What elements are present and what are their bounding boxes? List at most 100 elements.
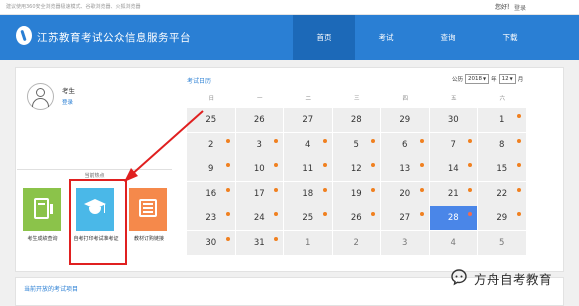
score-query-label[interactable]: 考生成绩查询 (20, 236, 65, 243)
calendar-day[interactable]: 11 (284, 157, 333, 182)
highlight-box (69, 179, 127, 265)
calendar-day[interactable]: 10 (235, 157, 284, 182)
event-dot-icon (322, 212, 327, 216)
event-dot-icon (225, 187, 230, 192)
calendar-day-number: 14 (447, 164, 459, 174)
calendar-day[interactable]: 3 (235, 132, 284, 158)
calendar-day[interactable]: 5 (332, 132, 381, 158)
calendar-day[interactable]: 19 (332, 181, 381, 207)
nav-exam[interactable]: 考试 (355, 15, 417, 60)
event-dot-icon (371, 163, 375, 167)
calendar-day[interactable]: 26 (332, 206, 381, 231)
calendar-week-row: 16 17 18 19 20 21 22 (187, 181, 527, 207)
calendar-day[interactable]: 24 (235, 206, 284, 231)
calendar-day[interactable]: 31 (235, 230, 284, 256)
nav-home[interactable]: 首页 (293, 15, 355, 60)
calendar-day[interactable]: 7 (429, 132, 478, 158)
greeting-text: 您好！ (495, 4, 514, 11)
textbook-order-label[interactable]: 教材订购链接 (126, 236, 172, 243)
calendar-day[interactable]: 27 (381, 206, 430, 231)
calendar-day[interactable]: 4 (429, 230, 478, 256)
calendar-day[interactable]: 6 (381, 132, 430, 158)
month-select[interactable]: 12▼ (498, 74, 516, 84)
calendar-day-number: 26 (350, 213, 362, 223)
calendar-day[interactable]: 15 (478, 157, 527, 182)
calendar-day-number: 13 (399, 164, 411, 174)
calendar-day[interactable]: 9 (187, 157, 236, 182)
topbar-login-link[interactable]: 登录 (514, 3, 526, 12)
event-dot-icon (371, 138, 375, 143)
calendar-day[interactable]: 4 (284, 132, 333, 158)
calendar-day[interactable]: 2 (332, 230, 381, 256)
calendar-day[interactable]: 30 (429, 108, 478, 133)
calendar-day[interactable]: 21 (429, 181, 478, 207)
calendar-day-number: 1 (305, 237, 311, 248)
calendar-day-number: 5 (353, 139, 359, 150)
calendar-day[interactable]: 29 (381, 108, 430, 133)
calendar-day-number: 21 (447, 188, 459, 199)
calendar-day-number: 9 (208, 164, 214, 174)
chevron-down-icon: ▼ (483, 76, 487, 81)
calendar-day-number: 22 (496, 188, 508, 199)
event-dot-icon (468, 163, 472, 167)
calendar-day-number: 3 (402, 237, 408, 248)
calendar-day-number: 27 (399, 213, 411, 223)
event-dot-icon (468, 187, 472, 192)
event-dot-icon (468, 212, 472, 216)
login-link[interactable]: 登录 (62, 98, 73, 106)
weekday-tue: 二 (305, 96, 311, 102)
calendar-day[interactable]: 29 (478, 206, 527, 231)
calendar-day-number: 25 (302, 213, 314, 223)
calendar-day[interactable]: 20 (381, 181, 430, 207)
calendar-day[interactable]: 2 (187, 132, 236, 158)
calendar-grid: 日 一 二 三 四 五 六 25 26 27 28 29 30 1 2 3 4 5 6 7 8 9 10 11 1… (187, 90, 527, 256)
calendar-day-number: 4 (305, 139, 311, 150)
calendar-week-row: 2 3 4 5 6 7 8 (187, 132, 527, 158)
event-dot-icon (225, 163, 230, 167)
calendar-title: 考试日历 (187, 78, 212, 85)
calendar-day[interactable]: 23 (187, 206, 236, 231)
calendar-day[interactable]: 5 (478, 230, 527, 256)
open-exams-title: 当前开放的考试项目 (24, 286, 79, 293)
calendar-day[interactable]: 14 (429, 157, 478, 182)
event-dot-icon (419, 212, 424, 216)
calendar-day[interactable]: 17 (235, 181, 284, 207)
nav-query[interactable]: 查询 (417, 15, 479, 60)
calendar-day[interactable]: 25 (187, 108, 236, 133)
calendar-day[interactable]: 13 (381, 157, 430, 182)
calendar-day-selected[interactable]: 28 (429, 206, 478, 231)
nav-download[interactable]: 下载 (479, 15, 541, 60)
weekday-fri: 五 (450, 96, 457, 102)
calendar-day[interactable]: 28 (332, 108, 381, 133)
calendar-day[interactable]: 27 (284, 108, 333, 133)
calendar-day[interactable]: 1 (478, 108, 527, 133)
event-dot-icon (225, 138, 230, 143)
calendar-day[interactable]: 25 (284, 206, 333, 231)
weekday-wed: 三 (353, 96, 360, 102)
event-dot-icon (225, 212, 230, 216)
event-dot-icon (225, 236, 230, 241)
event-dot-icon (274, 163, 278, 167)
calendar-day-number: 2 (353, 237, 359, 248)
calendar-day[interactable]: 18 (284, 181, 333, 207)
calendar-day[interactable]: 22 (478, 181, 527, 207)
calendar-day[interactable]: 12 (332, 157, 381, 182)
site-logo-icon[interactable] (16, 26, 32, 45)
calendar-day-number: 2 (208, 139, 214, 150)
calendar-day[interactable]: 30 (187, 230, 236, 256)
calendar-week-row: 23 24 25 26 27 28 29 (187, 206, 527, 231)
calendar-week-row: 9 10 11 12 13 14 15 (187, 157, 527, 182)
calendar-day[interactable]: 3 (381, 230, 430, 256)
calendar-day-number: 30 (447, 115, 459, 125)
calendar-day[interactable]: 8 (478, 132, 527, 158)
site-title[interactable]: 江苏教育考试公众信息服务平台 (37, 30, 191, 45)
calendar-day-number: 4 (450, 237, 456, 248)
calendar-day-number: 6 (402, 139, 408, 150)
calendar-day-number: 20 (399, 188, 411, 199)
year-select[interactable]: 2018▼ (465, 74, 490, 84)
calendar-day-number: 26 (253, 115, 265, 125)
calendar-day[interactable]: 16 (187, 181, 236, 207)
calendar-day[interactable]: 26 (235, 108, 284, 133)
calendar-day-number: 3 (256, 139, 262, 150)
calendar-day[interactable]: 1 (284, 230, 333, 256)
